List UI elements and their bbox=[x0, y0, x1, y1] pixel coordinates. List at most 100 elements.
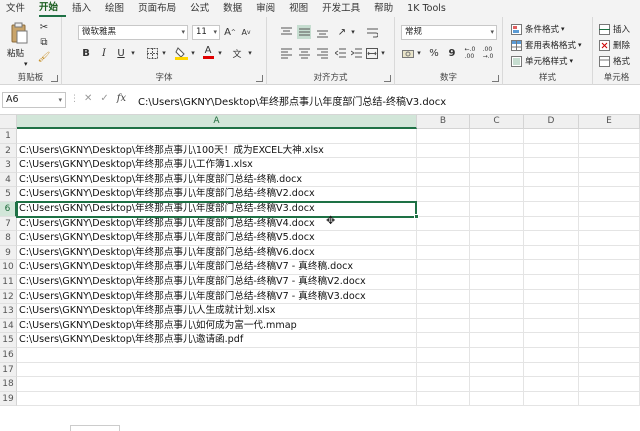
cell-b18[interactable] bbox=[417, 377, 470, 392]
cell-a11[interactable]: C:\Users\GKNY\Desktop\年终那点事儿\年度部门总结-终稿V7… bbox=[17, 275, 417, 290]
currency-icon[interactable] bbox=[401, 46, 415, 60]
cell-b13[interactable] bbox=[417, 304, 470, 319]
cell-a17[interactable] bbox=[17, 362, 417, 378]
insert-function-icon[interactable]: fx bbox=[117, 93, 126, 104]
cell-c12[interactable] bbox=[470, 289, 524, 305]
row-header[interactable]: 9 bbox=[0, 245, 17, 261]
merge-center-icon[interactable] bbox=[365, 46, 379, 60]
cell-d15[interactable] bbox=[524, 333, 579, 348]
cell-b16[interactable] bbox=[417, 348, 470, 363]
tab-10[interactable]: 帮助 bbox=[374, 0, 401, 17]
cell-d2[interactable] bbox=[524, 143, 579, 159]
cell-e4[interactable] bbox=[579, 172, 640, 188]
row-header[interactable]: 3 bbox=[0, 158, 17, 173]
paste-dropdown-icon[interactable]: ▾ bbox=[24, 57, 28, 71]
number-format-select[interactable]: 常规 ▾ bbox=[401, 25, 497, 40]
cell-a13[interactable]: C:\Users\GKNY\Desktop\年终那点事儿\人生成就计划.xlsx bbox=[17, 304, 417, 319]
increase-decimal-icon[interactable]: ←.0.00 bbox=[463, 46, 477, 60]
cell-b5[interactable] bbox=[417, 187, 470, 202]
cell-d3[interactable] bbox=[524, 158, 579, 173]
cell-c17[interactable] bbox=[470, 362, 524, 378]
orientation-icon[interactable]: ↗ bbox=[335, 25, 349, 39]
cell-a8[interactable]: C:\Users\GKNY\Desktop\年终那点事儿\年度部门总结-终稿V5… bbox=[17, 231, 417, 246]
alignment-launcher-icon[interactable] bbox=[384, 75, 391, 82]
cell-e12[interactable] bbox=[579, 289, 640, 305]
cell-c15[interactable] bbox=[470, 333, 524, 348]
row-header[interactable]: 16 bbox=[0, 348, 17, 363]
cell-c1[interactable] bbox=[470, 129, 524, 144]
cut-icon[interactable]: ✂ bbox=[38, 21, 50, 33]
tab-1[interactable]: 开始 bbox=[39, 0, 67, 17]
chevron-down-icon[interactable]: ▾ bbox=[349, 25, 357, 39]
cell-c14[interactable] bbox=[470, 318, 524, 334]
column-header-c[interactable]: C bbox=[470, 115, 524, 129]
cell-e16[interactable] bbox=[579, 348, 640, 363]
row-header[interactable]: 10 bbox=[0, 260, 17, 275]
cell-b8[interactable] bbox=[417, 231, 470, 246]
cell-e13[interactable] bbox=[579, 304, 640, 319]
cell-a7[interactable]: C:\Users\GKNY\Desktop\年终那点事儿\年度部门总结-终稿V4… bbox=[17, 216, 417, 232]
cell-a3[interactable]: C:\Users\GKNY\Desktop\年终那点事儿\工作簿1.xlsx bbox=[17, 158, 417, 173]
cell-e14[interactable] bbox=[579, 318, 640, 334]
row-header[interactable]: 2 bbox=[0, 143, 17, 159]
tab-11[interactable]: 1K Tools bbox=[407, 0, 454, 17]
cell-a5[interactable]: C:\Users\GKNY\Desktop\年终那点事儿\年度部门总结-终稿V2… bbox=[17, 187, 417, 202]
cell-c7[interactable] bbox=[470, 216, 524, 232]
grow-font-icon[interactable]: A ^ bbox=[224, 25, 236, 39]
cell-c3[interactable] bbox=[470, 158, 524, 173]
cell-b19[interactable] bbox=[417, 391, 470, 407]
cell-c11[interactable] bbox=[470, 275, 524, 290]
cell-c5[interactable] bbox=[470, 187, 524, 202]
cell-e17[interactable] bbox=[579, 362, 640, 378]
row-header[interactable]: 7 bbox=[0, 216, 17, 232]
tab-3[interactable]: 绘图 bbox=[105, 0, 132, 17]
percent-button[interactable]: % bbox=[427, 46, 441, 60]
cell-d10[interactable] bbox=[524, 260, 579, 275]
row-header[interactable]: 15 bbox=[0, 333, 17, 348]
cell-b17[interactable] bbox=[417, 362, 470, 378]
format-painter-icon[interactable]: 🖌 bbox=[38, 51, 51, 63]
column-header-b[interactable]: B bbox=[417, 115, 470, 129]
clipboard-launcher-icon[interactable] bbox=[51, 75, 58, 82]
bold-button[interactable]: B bbox=[80, 46, 92, 60]
fill-color-icon[interactable] bbox=[174, 45, 188, 61]
number-launcher-icon[interactable] bbox=[492, 75, 499, 82]
cell-e3[interactable] bbox=[579, 158, 640, 173]
row-header[interactable]: 19 bbox=[0, 391, 17, 407]
column-header-d[interactable]: D bbox=[524, 115, 579, 129]
paste-icon[interactable] bbox=[8, 21, 30, 45]
cell-d7[interactable] bbox=[524, 216, 579, 232]
cell-d18[interactable] bbox=[524, 377, 579, 392]
align-right-icon[interactable] bbox=[315, 46, 329, 60]
delete-cells-button[interactable]: 删除 bbox=[599, 38, 630, 52]
row-header[interactable]: 11 bbox=[0, 275, 17, 290]
fill-handle[interactable] bbox=[414, 213, 419, 219]
cell-d9[interactable] bbox=[524, 245, 579, 261]
row-header[interactable]: 14 bbox=[0, 318, 17, 334]
cell-a14[interactable]: C:\Users\GKNY\Desktop\年终那点事儿\如何成为富一代.mma… bbox=[17, 318, 417, 334]
cell-e11[interactable] bbox=[579, 275, 640, 290]
cell-a18[interactable] bbox=[17, 377, 417, 392]
border-icon[interactable] bbox=[145, 46, 159, 60]
cell-e10[interactable] bbox=[579, 260, 640, 275]
align-bottom-icon[interactable] bbox=[315, 25, 329, 39]
cell-b2[interactable] bbox=[417, 143, 470, 159]
font-size-select[interactable]: 11 ▾ bbox=[192, 25, 220, 40]
tab-7[interactable]: 审阅 bbox=[256, 0, 283, 17]
cell-a10[interactable]: C:\Users\GKNY\Desktop\年终那点事儿\年度部门总结-终稿V7… bbox=[17, 260, 417, 275]
row-header[interactable]: 17 bbox=[0, 362, 17, 378]
row-header[interactable]: 18 bbox=[0, 377, 17, 392]
phonetic-icon[interactable]: 文 bbox=[230, 46, 244, 60]
decrease-decimal-icon[interactable]: .00 →.0 bbox=[481, 46, 495, 60]
chevron-down-icon[interactable]: ▾ bbox=[216, 46, 224, 60]
chevron-down-icon[interactable]: ▾ bbox=[160, 46, 168, 60]
copy-icon[interactable]: ⧉ bbox=[38, 36, 50, 48]
font-name-select[interactable]: 微软雅黑 ▾ bbox=[78, 25, 188, 40]
italic-button[interactable]: I bbox=[98, 46, 110, 60]
font-color-icon[interactable]: A bbox=[202, 44, 214, 60]
cell-c19[interactable] bbox=[470, 391, 524, 407]
chevron-down-icon[interactable]: ▾ bbox=[246, 46, 254, 60]
cell-e15[interactable] bbox=[579, 333, 640, 348]
cell-c10[interactable] bbox=[470, 260, 524, 275]
cell-a19[interactable] bbox=[17, 391, 417, 407]
